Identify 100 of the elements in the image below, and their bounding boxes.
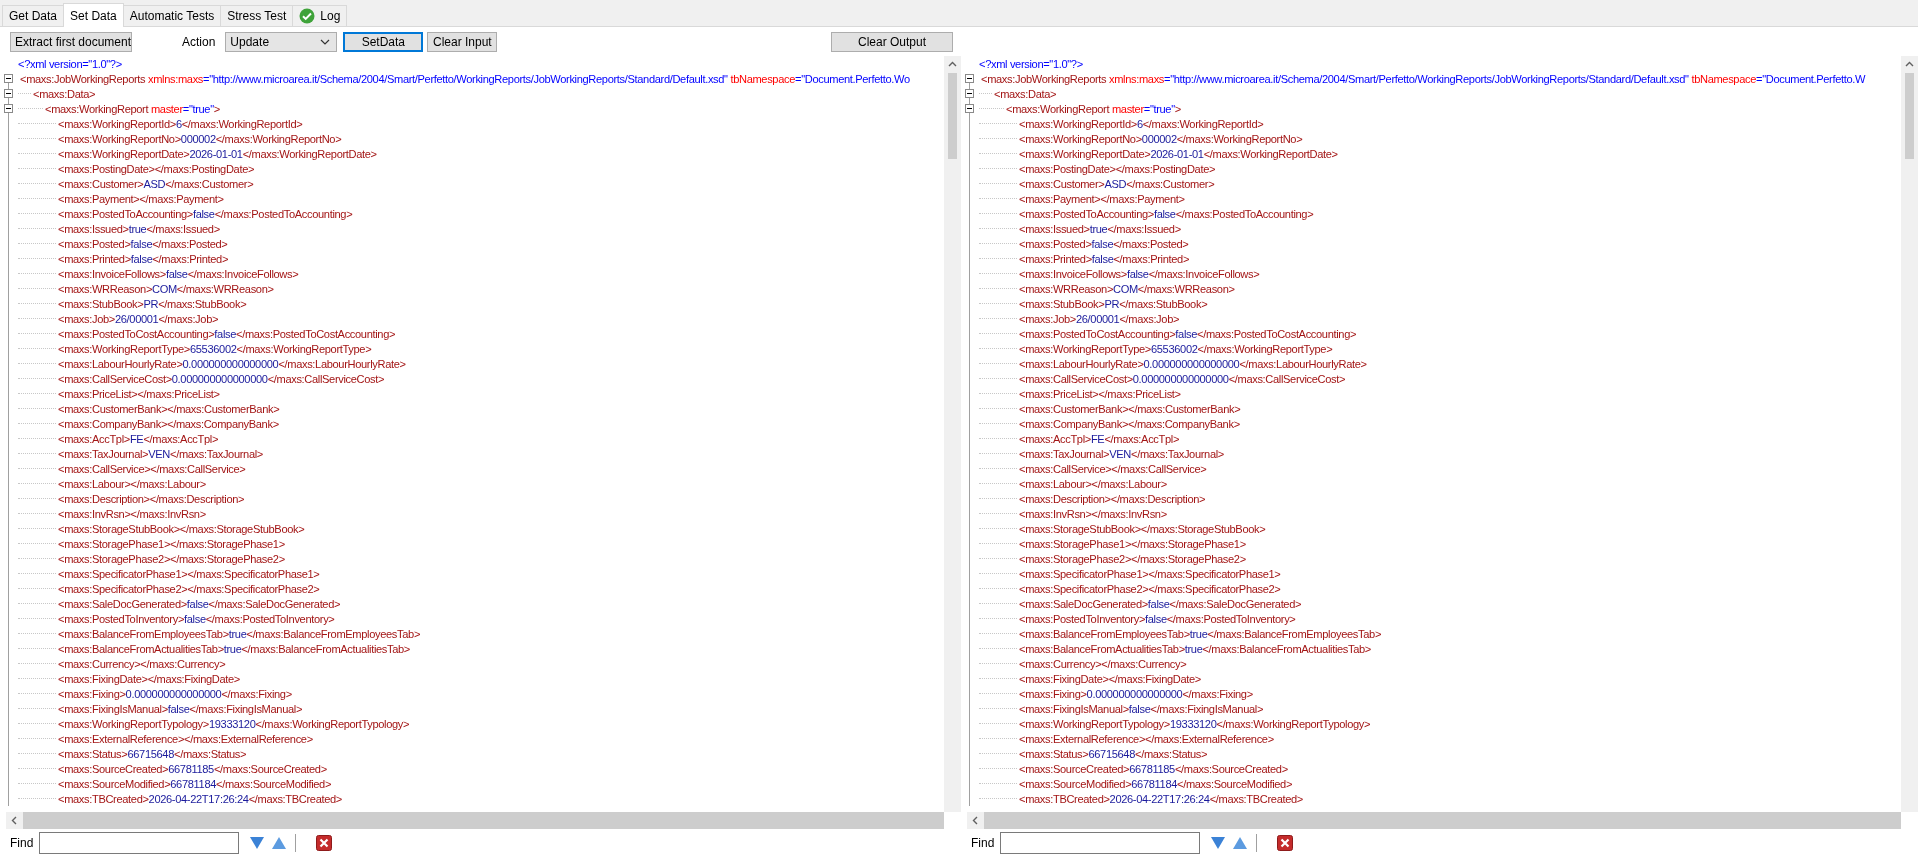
collapse-toggle[interactable] <box>4 74 13 83</box>
xml-line: <maxs:FixingDate></maxs:FixingDate> <box>1019 672 1201 685</box>
xml-line: <maxs:SpecificatorPhase1></maxs:SpecificatorPhase1> <box>1019 567 1281 580</box>
xml-line: <maxs:PostedToAccounting>false</maxs:PostedToAccounting> <box>58 207 353 220</box>
action-dropdown[interactable]: Update <box>225 31 338 52</box>
xml-line: <maxs:Labour></maxs:Labour> <box>58 477 206 490</box>
xml-line: <maxs:JobWorkingReports xmlns:maxs="http://www.microarea.it/Schema/2004/Smart/Perfetto/WorkingReports/JobWorkingReports/Standard/Default.xsd" tbNamespace="Document.Perfetto.Wo <box>20 72 910 85</box>
find-field[interactable] <box>39 831 240 854</box>
find-previous-icon[interactable] <box>271 835 288 850</box>
xml-line: <maxs:FixingDate></maxs:FixingDate> <box>58 672 240 685</box>
xml-line: <maxs:SpecificatorPhase1></maxs:SpecificatorPhase1> <box>58 567 320 580</box>
xml-line: <maxs:WorkingReportDate>2026-01-01</maxs:WorkingReportDate> <box>1019 147 1338 160</box>
xml-line: <maxs:InvoiceFollows>false</maxs:InvoiceFollows> <box>58 267 299 280</box>
xml-line: <maxs:WRReason>COM</maxs:WRReason> <box>1019 282 1235 295</box>
xml-line: <maxs:Payment></maxs:Payment> <box>58 192 224 205</box>
xml-line: <maxs:Posted>false</maxs:Posted> <box>58 237 228 250</box>
collapse-toggle[interactable] <box>4 89 13 98</box>
clear-output-button[interactable]: Clear Output <box>831 31 953 52</box>
chevron-down-icon <box>320 38 331 45</box>
find-field[interactable] <box>1000 831 1201 854</box>
scroll-thumb[interactable] <box>1905 73 1914 159</box>
collapse-toggle[interactable] <box>965 104 974 113</box>
xml-line: <maxs:ExternalReference></maxs:ExternalReference> <box>58 732 313 745</box>
xml-line: <maxs:Customer>ASD</maxs:Customer> <box>1019 177 1215 190</box>
extract-button[interactable]: Extract first document <box>10 31 132 52</box>
xml-line: <maxs:BalanceFromActualitiesTab>true</maxs:BalanceFromActualitiesTab> <box>1019 642 1371 655</box>
xml-line: <maxs:AccTpl>FE</maxs:AccTpl> <box>1019 432 1180 445</box>
close-icon[interactable] <box>316 834 333 851</box>
xml-line: <maxs:StorageStubBook></maxs:StorageStubBook> <box>1019 522 1266 535</box>
xml-line: <maxs:FixingIsManual>false</maxs:FixingIsManual> <box>1019 702 1264 715</box>
xml-line: <maxs:CustomerBank></maxs:CustomerBank> <box>1019 402 1241 415</box>
xml-declaration: <?xml version="1.0"?> <box>979 57 1083 70</box>
xml-line: <maxs:SpecificatorPhase2></maxs:SpecificatorPhase2> <box>1019 582 1281 595</box>
xml-line: <maxs:PriceList></maxs:PriceList> <box>1019 387 1181 400</box>
xml-line: <maxs:CompanyBank></maxs:CompanyBank> <box>58 417 279 430</box>
scroll-up-icon[interactable] <box>948 61 957 67</box>
set-data-button[interactable]: SetData <box>343 31 424 52</box>
close-icon[interactable] <box>1277 834 1294 851</box>
find-next-icon[interactable] <box>249 835 266 850</box>
xml-line: <maxs:LabourHourlyRate>0.000000000000000</maxs:LabourHourlyRate> <box>1019 357 1367 370</box>
xml-line: <maxs:Fixing>0.000000000000000</maxs:Fixing> <box>58 687 292 700</box>
xml-line: <maxs:CallServiceCost>0.000000000000000</maxs:CallServiceCost> <box>58 372 385 385</box>
clear-input-button[interactable]: Clear Input <box>427 31 498 52</box>
xml-line: <maxs:TBCreated>2026-04-22T17:26:24</maxs:TBCreated> <box>1019 792 1303 805</box>
xml-line: <maxs:Description></maxs:Description> <box>1019 492 1206 505</box>
xml-line: <maxs:SaleDocGenerated>false</maxs:SaleDocGenerated> <box>58 597 341 610</box>
xml-line: <maxs:CallServiceCost>0.000000000000000</maxs:CallServiceCost> <box>1019 372 1346 385</box>
xml-line: <maxs:WorkingReportType>65536002</maxs:WorkingReportType> <box>1019 342 1333 355</box>
xml-line: <maxs:TaxJournal>VEN</maxs:TaxJournal> <box>58 447 263 460</box>
xml-line: <maxs:BalanceFromEmployeesTab>true</maxs:BalanceFromEmployeesTab> <box>58 627 420 640</box>
xml-line: <maxs:Currency></maxs:Currency> <box>1019 657 1187 670</box>
xml-line: <maxs:PriceList></maxs:PriceList> <box>58 387 220 400</box>
xml-line: <maxs:SourceCreated>66781185</maxs:SourceCreated> <box>58 762 327 775</box>
tab[interactable]: Log <box>292 5 348 26</box>
xml-line: <maxs:StoragePhase2></maxs:StoragePhase2> <box>1019 552 1246 565</box>
scroll-thumb[interactable] <box>948 73 957 159</box>
xml-line: <maxs:InvRsn></maxs:InvRsn> <box>1019 507 1167 520</box>
xml-line: <maxs:BalanceFromActualitiesTab>true</maxs:BalanceFromActualitiesTab> <box>58 642 410 655</box>
scroll-up-icon[interactable] <box>1905 61 1914 67</box>
xml-declaration: <?xml version="1.0"?> <box>18 57 122 70</box>
xml-line: <maxs:PostedToInventory>false</maxs:PostedToInventory> <box>1019 612 1296 625</box>
xml-line: <maxs:ExternalReference></maxs:ExternalReference> <box>1019 732 1274 745</box>
xml-line: <maxs:PostedToInventory>false</maxs:PostedToInventory> <box>58 612 335 625</box>
xml-line: <maxs:BalanceFromEmployeesTab>true</maxs:BalanceFromEmployeesTab> <box>1019 627 1381 640</box>
collapse-toggle[interactable] <box>965 74 974 83</box>
find-previous-icon[interactable] <box>1232 835 1249 850</box>
xml-line: <maxs:Customer>ASD</maxs:Customer> <box>58 177 254 190</box>
collapse-toggle[interactable] <box>4 104 13 113</box>
xml-line: <maxs:PostedToAccounting>false</maxs:PostedToAccounting> <box>1019 207 1314 220</box>
xml-line: <maxs:WorkingReportTypology>19333120</maxs:WorkingReportTypology> <box>58 717 410 730</box>
check-icon <box>299 8 316 24</box>
scroll-left-icon[interactable] <box>972 816 978 825</box>
xml-line: <maxs:Issued>true</maxs:Issued> <box>58 222 220 235</box>
xml-line: <maxs:WorkingReportType>65536002</maxs:WorkingReportType> <box>58 342 372 355</box>
xml-line: <maxs:CustomerBank></maxs:CustomerBank> <box>58 402 280 415</box>
scroll-left-icon[interactable] <box>11 816 17 825</box>
xml-line: <maxs:StoragePhase1></maxs:StoragePhase1> <box>58 537 285 550</box>
xml-line: <maxs:CompanyBank></maxs:CompanyBank> <box>1019 417 1240 430</box>
xml-line: <maxs:Labour></maxs:Labour> <box>1019 477 1167 490</box>
tab[interactable]: Set Data <box>63 3 124 27</box>
xml-line: <maxs:PostingDate></maxs:PostingDate> <box>1019 162 1216 175</box>
tab[interactable]: Get Data <box>2 5 65 26</box>
xml-line: <maxs:StubBook>PR</maxs:StubBook> <box>58 297 247 310</box>
find-next-icon[interactable] <box>1210 835 1227 850</box>
xml-line: <maxs:Status>66715648</maxs:Status> <box>58 747 247 760</box>
xml-line: <maxs:Posted>false</maxs:Posted> <box>1019 237 1189 250</box>
xml-line: <maxs:SourceModified>66781184</maxs:SourceModified> <box>58 777 332 790</box>
xml-line: <maxs:StorageStubBook></maxs:StorageStubBook> <box>58 522 305 535</box>
xml-line: <maxs:TaxJournal>VEN</maxs:TaxJournal> <box>1019 447 1224 460</box>
xml-line: <maxs:Status>66715648</maxs:Status> <box>1019 747 1208 760</box>
xml-line: <maxs:WorkingReport master="true"> <box>45 102 220 115</box>
collapse-toggle[interactable] <box>965 89 974 98</box>
xml-line: <maxs:JobWorkingReports xmlns:maxs="http://www.microarea.it/Schema/2004/Smart/Perfetto/WorkingReports/JobWorkingReports/Standard/Default.xsd" tbNamespace="Document.Perfetto.W <box>981 72 1866 85</box>
xml-line: <maxs:Payment></maxs:Payment> <box>1019 192 1185 205</box>
xml-line: <maxs:FixingIsManual>false</maxs:FixingIsManual> <box>58 702 303 715</box>
xml-line: <maxs:AccTpl>FE</maxs:AccTpl> <box>58 432 219 445</box>
xml-line: <maxs:StoragePhase2></maxs:StoragePhase2> <box>58 552 285 565</box>
xml-line: <maxs:Job>26/00001</maxs:Job> <box>1019 312 1180 325</box>
xml-line: <maxs:Printed>false</maxs:Printed> <box>1019 252 1189 265</box>
xml-line: <maxs:CallService></maxs:CallService> <box>58 462 246 475</box>
